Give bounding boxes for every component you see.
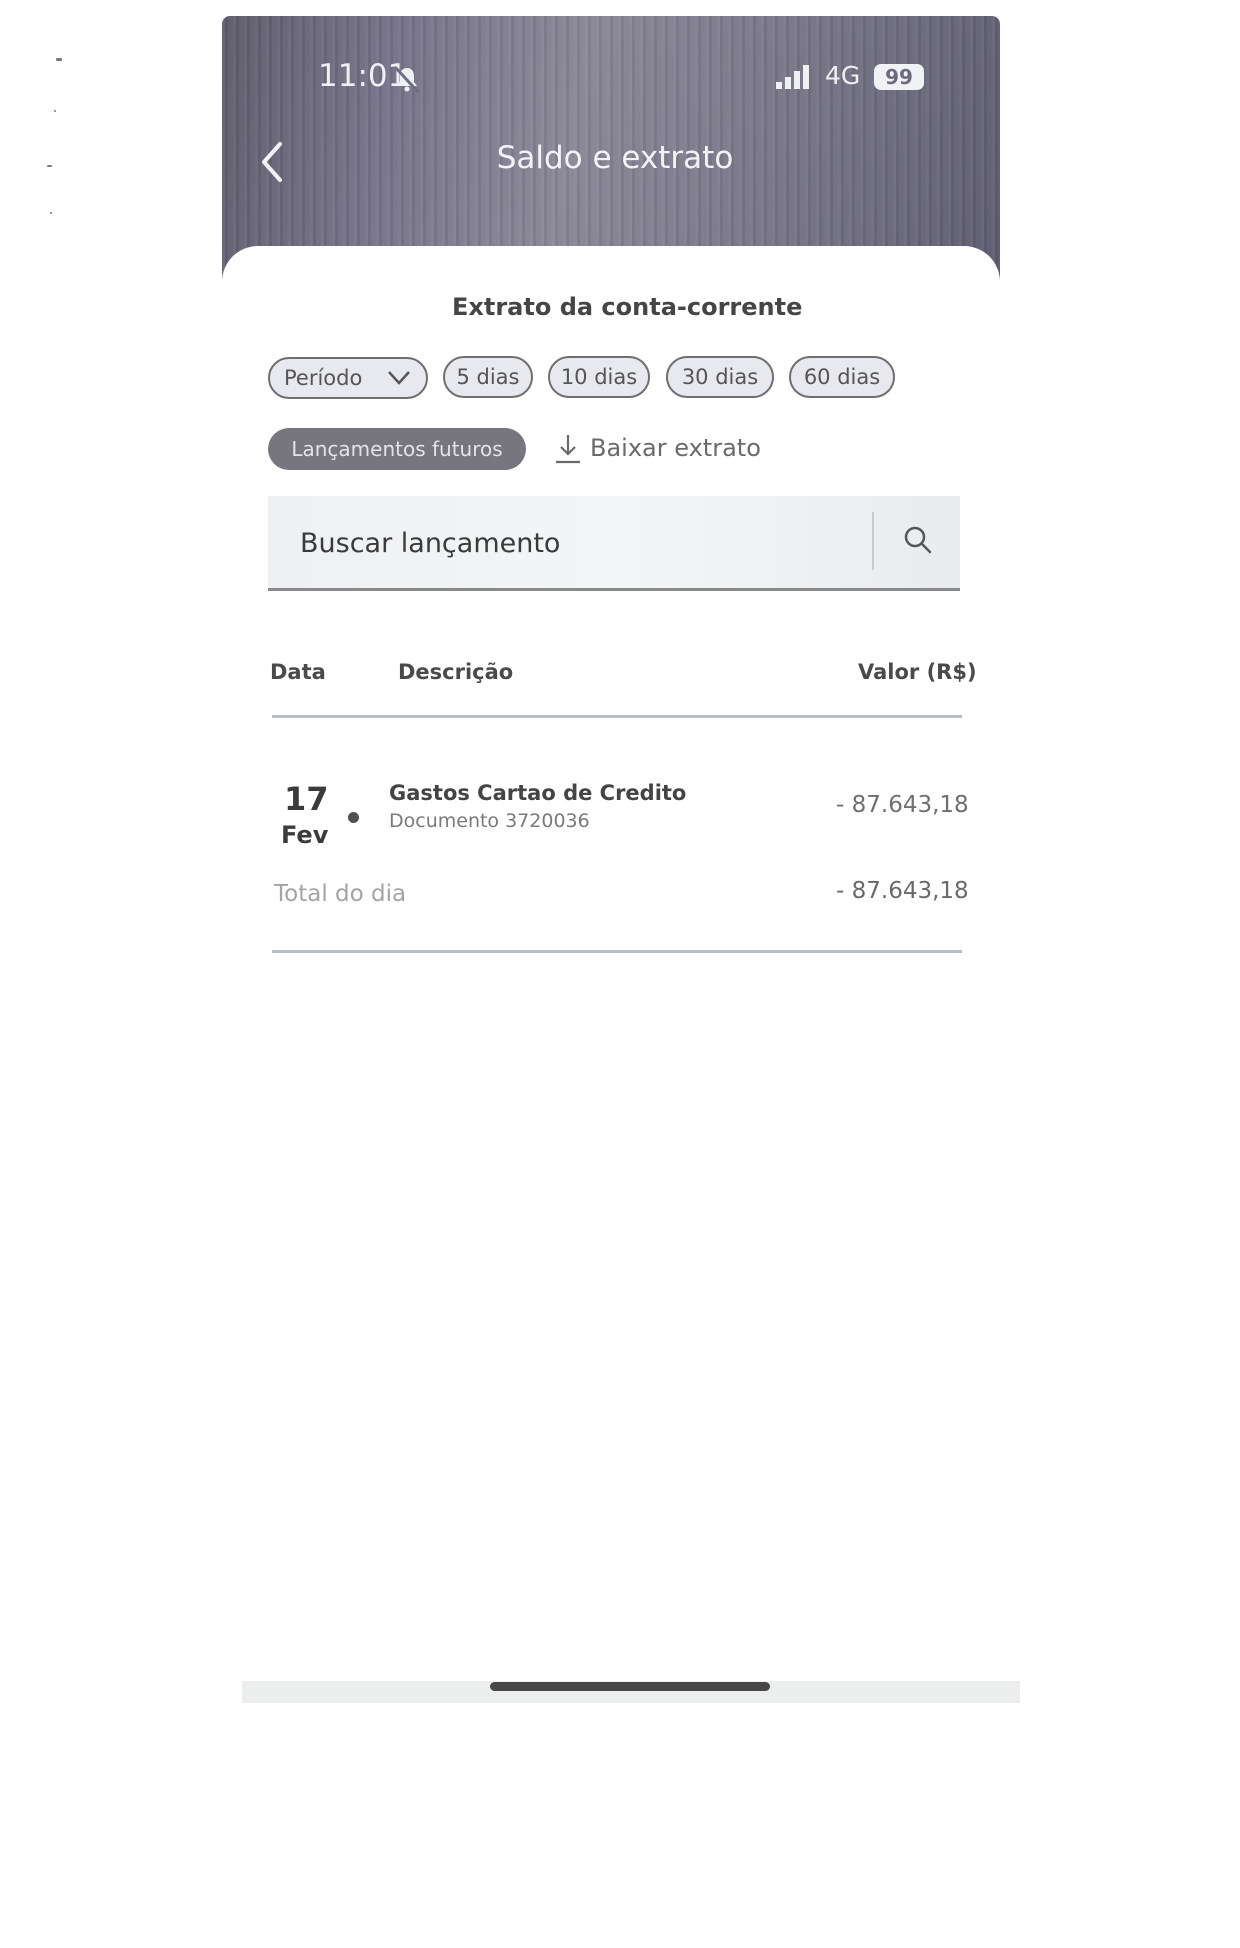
- total-divider: [272, 950, 962, 953]
- chevron-down-icon: [388, 371, 410, 385]
- daily-total-value: - 87.643,18: [836, 878, 969, 904]
- content-sheet: [222, 246, 1000, 1746]
- bullet-icon: [348, 812, 359, 823]
- column-header-date: Data: [270, 660, 326, 684]
- scan-speck: [50, 212, 52, 214]
- daily-total-label: Total do dia: [274, 881, 407, 907]
- period-dropdown[interactable]: Período: [268, 357, 428, 399]
- search-input[interactable]: [298, 516, 862, 570]
- bell-muted-icon: [394, 66, 420, 94]
- transaction-month: Fev: [281, 821, 329, 849]
- transaction-value: - 87.643,18: [836, 792, 969, 818]
- network-label: 4G: [825, 61, 861, 90]
- transaction-document: Documento 3720036: [389, 810, 590, 832]
- transaction-description: Gastos Cartao de Credito: [389, 781, 687, 805]
- home-indicator[interactable]: [490, 1682, 770, 1691]
- scan-speck: [56, 58, 62, 61]
- search-divider: [872, 512, 874, 570]
- download-statement-link[interactable]: Baixar extrato: [590, 434, 761, 462]
- scan-speck: [47, 165, 52, 167]
- table-divider: [272, 715, 962, 718]
- filter-chip-10-days[interactable]: 10 dias: [548, 356, 650, 398]
- search-bar: [268, 496, 960, 591]
- transaction-day: 17: [284, 780, 329, 818]
- chevron-left-icon[interactable]: [256, 140, 288, 184]
- section-title: Extrato da conta-corrente: [452, 293, 803, 321]
- signal-icon: [776, 65, 809, 89]
- battery-badge: 99: [874, 64, 924, 90]
- scan-speck: [54, 110, 56, 112]
- future-entries-button[interactable]: Lançamentos futuros: [268, 428, 526, 470]
- column-header-description: Descrição: [398, 660, 514, 684]
- filter-chip-5-days[interactable]: 5 dias: [443, 356, 533, 398]
- period-label: Período: [284, 366, 363, 390]
- page-title: Saldo e extrato: [496, 140, 734, 176]
- column-header-value: Valor (R$): [858, 660, 977, 684]
- download-icon[interactable]: [554, 432, 582, 466]
- filter-chip-60-days[interactable]: 60 dias: [789, 356, 895, 398]
- filter-chip-30-days[interactable]: 30 dias: [666, 356, 774, 398]
- search-icon[interactable]: [900, 522, 936, 558]
